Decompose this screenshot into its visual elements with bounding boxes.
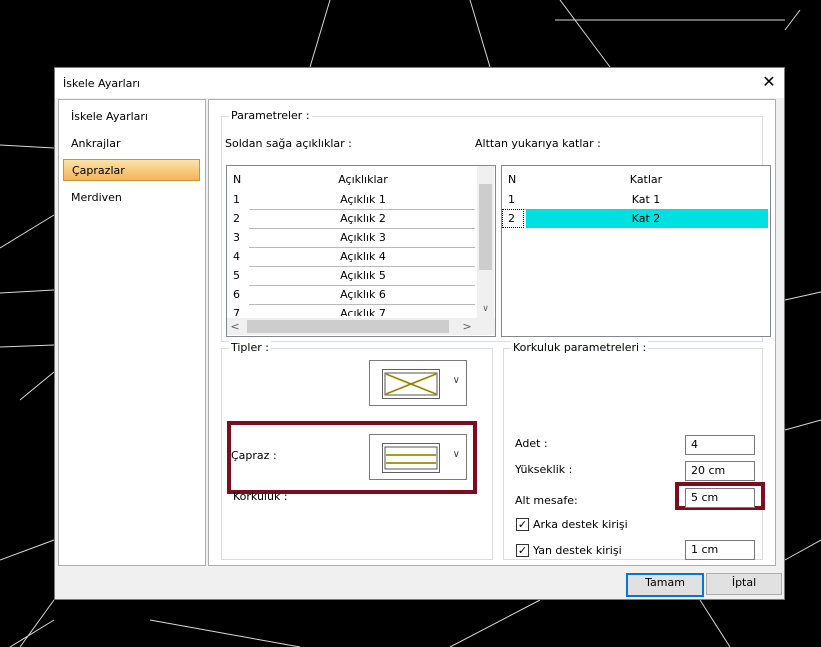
floor-name: Kat 1 [631,193,661,206]
spans-col-spans[interactable]: Açıklıklar [251,170,475,189]
close-icon[interactable]: ✕ [754,68,784,98]
nav-item-stairs[interactable]: Merdiven [63,187,200,209]
floors-col-floors[interactable]: Katlar [526,170,766,189]
side-beam-label: Yan destek kirişi [533,544,622,557]
guardrail-type-combo[interactable]: ∨ [369,434,467,480]
row-number: 5 [233,269,240,282]
guardrail-params-group-label: Korkuluk parametreleri : [511,341,649,354]
types-group-label: Tipler : [229,341,271,354]
span-name: Açıklık 5 [340,269,386,282]
settings-nav: İskele Ayarları Ankrajlar Çaprazlar Merd… [58,99,206,566]
spans-table-header: N Açıklıklar [227,166,495,190]
span-name: Açıklık 1 [340,193,386,206]
height-label: Yükseklik : [515,463,573,476]
row-number: 6 [233,288,240,301]
count-label: Adet : [515,437,548,450]
nav-item-anchors[interactable]: Ankrajlar [63,133,200,155]
scroll-right-icon[interactable]: > [461,320,473,333]
back-beam-checkbox[interactable]: ✓ [516,518,529,531]
spans-vertical-scrollbar[interactable]: ∨ [477,166,494,318]
spans-label: Soldan sağa açıklıklar : [225,137,352,150]
cross-type-combo[interactable]: ∨ [369,360,467,406]
spans-table: N Açıklıklar 1 Açıklık 1 2 Açıklık 2 3 A… [226,165,496,337]
floors-table: N Katlar 1 Kat 1 2 Kat 2 [501,165,771,337]
row-number: 4 [233,250,240,263]
row-number: 7 [233,307,240,316]
back-beam-label: Arka destek kirişi [533,518,628,531]
spans-horizontal-scrollbar[interactable]: < > [227,318,495,335]
count-field[interactable]: 4 [685,435,755,455]
cross-brace-preview-icon [382,369,440,399]
floors-table-header: N Katlar [502,166,770,190]
span-name: Açıklık 7 [340,307,386,316]
title-bar: İskele Ayarları ✕ [55,68,784,98]
nav-item-cross-braces[interactable]: Çaprazlar [63,159,200,181]
scroll-down-icon[interactable]: ∨ [477,304,494,314]
dialog-title: İskele Ayarları [63,77,140,90]
cancel-button[interactable]: İptal [706,573,782,595]
ok-button[interactable]: Tamam [626,573,704,597]
scaffold-settings-dialog: İskele Ayarları ✕ İskele Ayarları Ankraj… [54,67,785,600]
main-panel: Parametreler : Soldan sağa açıklıklar : … [208,99,776,566]
span-name: Açıklık 6 [340,288,386,301]
nav-item-scaffold-settings[interactable]: İskele Ayarları [63,106,200,128]
row-number: 2 [233,212,240,225]
guardrail-label: Korkuluk : [233,490,288,503]
row-number: 1 [233,193,240,206]
floors-label: Alttan yukarıya katlar : [475,137,601,150]
chevron-down-icon: ∨ [452,449,460,460]
row-number: 1 [508,193,515,206]
span-name: Açıklık 4 [340,250,386,263]
row-number: 3 [233,231,240,244]
height-field[interactable]: 20 cm [685,461,755,481]
parameters-group-label: Parametreler : [229,109,312,122]
spans-col-n[interactable]: N [233,170,241,189]
floor-name: Kat 2 [631,212,661,225]
span-name: Açıklık 2 [340,212,386,225]
scroll-thumb[interactable] [247,320,449,333]
bottom-gap-label: Alt mesafe: [515,494,578,507]
row-number: 2 [508,212,515,225]
guardrail-preview-icon [382,443,440,473]
chevron-down-icon: ∨ [452,375,460,386]
floors-col-n[interactable]: N [508,170,516,189]
side-beam-checkbox[interactable]: ✓ [516,544,529,557]
side-beam-field[interactable]: 1 cm [685,540,755,560]
bottom-gap-field[interactable]: 5 cm [685,488,755,508]
scroll-left-icon[interactable]: < [229,320,241,333]
span-name: Açıklık 3 [340,231,386,244]
scroll-thumb[interactable] [479,184,492,270]
